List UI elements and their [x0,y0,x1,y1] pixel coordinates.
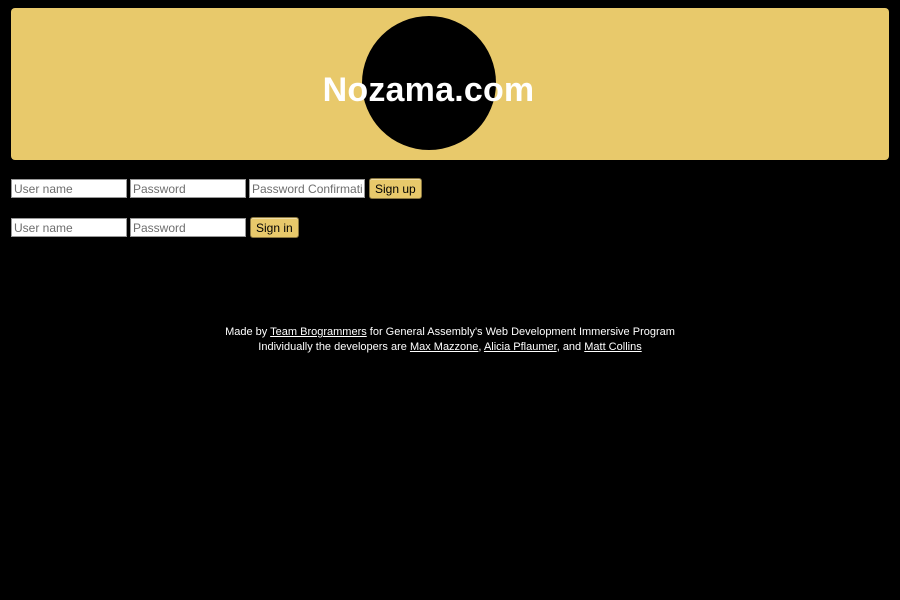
team-brogrammers-link[interactable]: Team Brogrammers [270,326,367,338]
footer-developers-line: Individually the developers are Max Mazz… [0,340,900,355]
signup-button[interactable]: Sign up [369,178,422,199]
signin-password-input[interactable] [130,218,246,237]
signup-form: Sign up [11,178,422,199]
footer-credits-suffix: for General Assembly's Web Development I… [366,326,675,338]
developer-max-mazzone-link[interactable]: Max Mazzone [410,341,478,353]
footer-credits-line: Made by Team Brogrammers for General Ass… [0,325,900,340]
developer-matt-collins-link[interactable]: Matt Collins [584,341,641,353]
footer-developers-prefix: Individually the developers are [258,341,410,353]
footer-credits-prefix: Made by [225,326,271,338]
footer-separator: , and [556,341,585,353]
site-footer: Made by Team Brogrammers for General Ass… [0,325,900,355]
developer-alicia-pflaumer-link[interactable]: Alicia Pflaumer [484,341,557,353]
signup-password-confirmation-input[interactable] [249,179,365,198]
signin-username-input[interactable] [11,218,127,237]
signin-button[interactable]: Sign in [250,217,299,238]
signin-form: Sign in [11,217,299,238]
site-title: Nozama.com [322,71,535,109]
signup-password-input[interactable] [130,179,246,198]
site-header: Nozama.com [11,8,889,160]
signup-username-input[interactable] [11,179,127,198]
